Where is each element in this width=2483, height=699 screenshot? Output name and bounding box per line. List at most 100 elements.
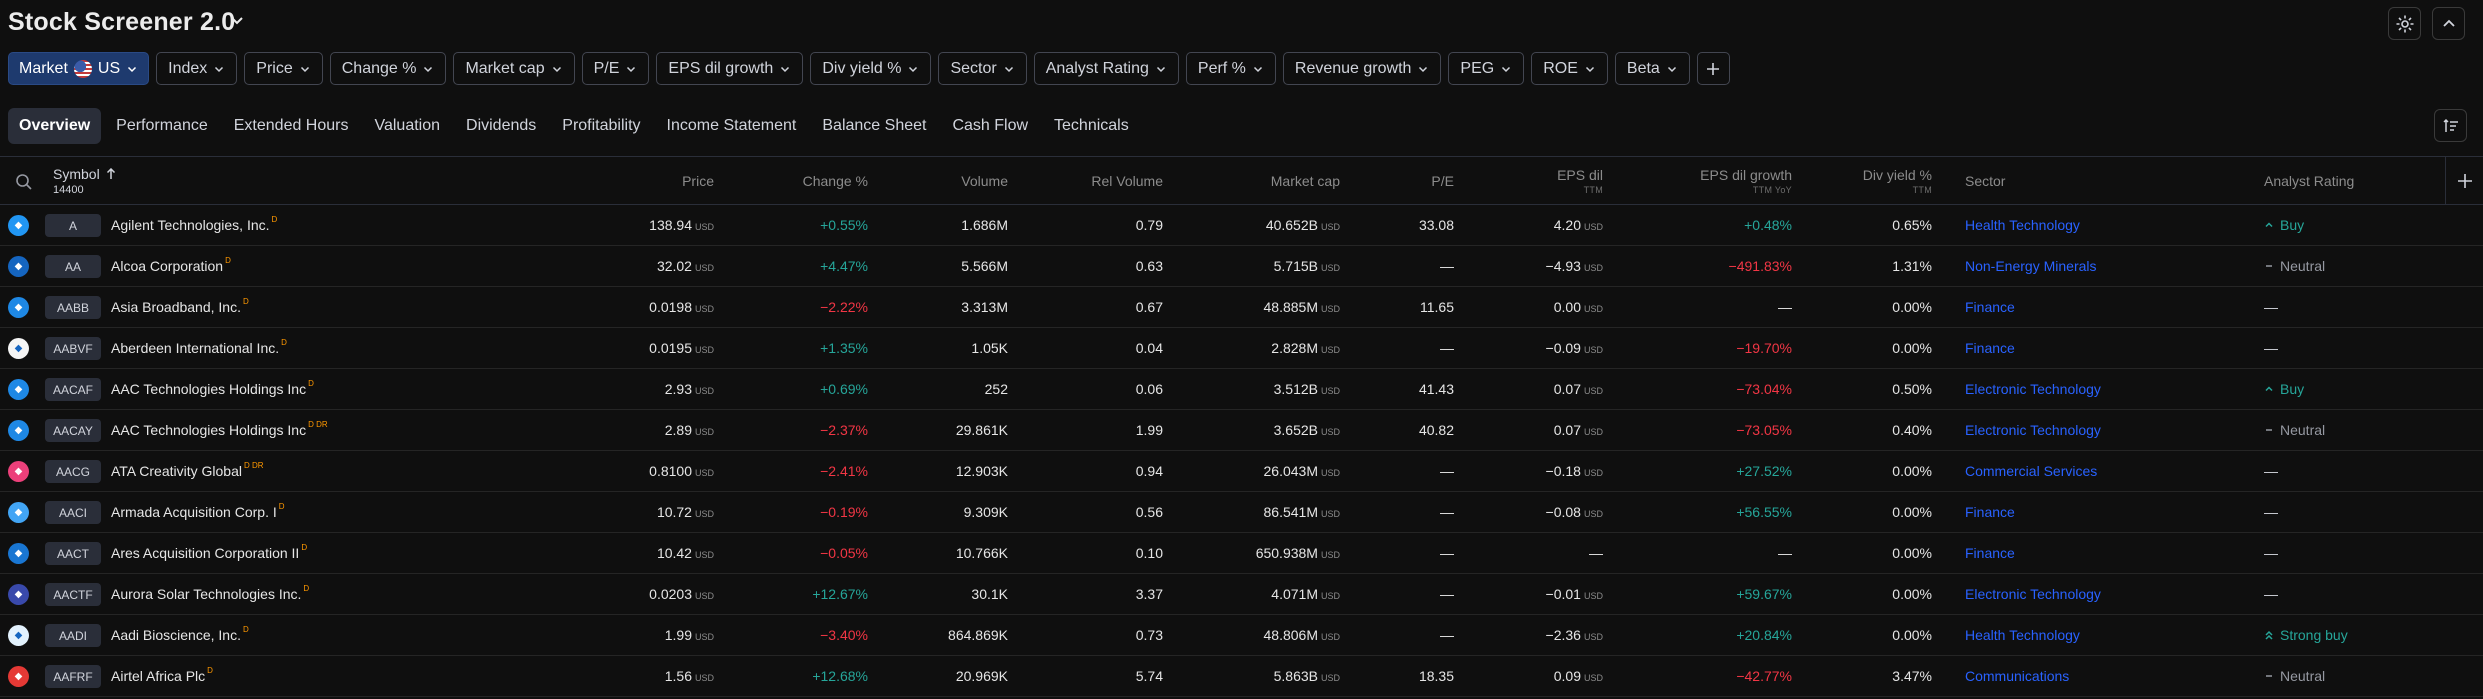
sector-link[interactable]: Commercial Services — [1965, 451, 2097, 491]
company-logo-icon: ◆ — [8, 215, 29, 236]
tab-valuation[interactable]: Valuation — [363, 108, 451, 144]
settings-button[interactable] — [2388, 7, 2421, 40]
market-filter[interactable]: Market US — [8, 52, 150, 85]
table-row[interactable]: ◆ AACTF Aurora Solar Technologies Inc. D … — [0, 574, 2483, 615]
tab-cash-flow[interactable]: Cash Flow — [941, 108, 1039, 144]
company-name[interactable]: Asia Broadband, Inc. D — [111, 287, 249, 327]
sector-link[interactable]: Health Technology — [1965, 615, 2080, 655]
tab-balance-sheet[interactable]: Balance Sheet — [811, 108, 937, 144]
sort-columns-button[interactable] — [2434, 109, 2467, 142]
company-name[interactable]: Alcoa Corporation D — [111, 246, 231, 286]
column-pe[interactable]: P/E — [1431, 157, 1454, 205]
filter-eps-dil-growth[interactable]: EPS dil growth — [656, 52, 804, 85]
table-row[interactable]: ◆ AA Alcoa Corporation D 32.02 USD +4.47% … — [0, 246, 2483, 287]
ticker-badge[interactable]: AACT — [45, 542, 101, 565]
filter-market-cap[interactable]: Market cap — [453, 52, 575, 85]
filter-revenue-growth[interactable]: Revenue growth — [1282, 52, 1442, 85]
sector-link[interactable]: Electronic Technology — [1965, 369, 2101, 409]
tab-overview[interactable]: Overview — [8, 108, 102, 144]
company-name[interactable]: Aadi Bioscience, Inc. D — [111, 615, 249, 655]
ticker-badge[interactable]: AA — [45, 255, 101, 278]
ticker-badge[interactable]: AACAY — [45, 419, 101, 442]
filter-beta[interactable]: Beta — [1614, 52, 1690, 85]
column-eps[interactable]: EPS dil TTM — [1557, 157, 1603, 205]
table-row[interactable]: ◆ AACG ATA Creativity Global D DR 0.8100 U… — [0, 451, 2483, 492]
table-row[interactable]: ◆ AACAY AAC Technologies Holdings Inc D D… — [0, 410, 2483, 451]
company-name[interactable]: Agilent Technologies, Inc. D — [111, 205, 277, 245]
pe-cell-value: 33.08 — [1418, 217, 1454, 233]
company-name[interactable]: AAC Technologies Holdings Inc D — [111, 369, 314, 409]
add-column-icon[interactable] — [2456, 172, 2474, 190]
sector-link[interactable]: Finance — [1965, 533, 2015, 573]
filter-change[interactable]: Change % — [329, 52, 447, 85]
ticker-badge[interactable]: AACI — [45, 501, 101, 524]
tab-income-statement[interactable]: Income Statement — [656, 108, 808, 144]
column-volume[interactable]: Volume — [961, 157, 1008, 205]
column-analyst-rating[interactable]: Analyst Rating — [2264, 157, 2354, 205]
eps-growth-cell: +56.55% — [1736, 492, 1792, 532]
filter-p-e[interactable]: P/E — [581, 52, 650, 85]
table-row[interactable]: ◆ AAFRF Airtel Africa Plc D 1.56 USD +12.6… — [0, 656, 2483, 697]
column-sector[interactable]: Sector — [1965, 157, 2005, 205]
table-row[interactable]: ◆ A Agilent Technologies, Inc. D 138.94 US… — [0, 205, 2483, 246]
tab-extended-hours[interactable]: Extended Hours — [223, 108, 360, 144]
tab-profitability[interactable]: Profitability — [551, 108, 651, 144]
eps-growth-cell: +0.48% — [1744, 205, 1792, 245]
filter-roe[interactable]: ROE — [1531, 52, 1608, 85]
page-title[interactable]: Stock Screener 2.0 — [8, 8, 235, 37]
chevron-down-icon[interactable] — [228, 12, 246, 30]
column-change[interactable]: Change % — [803, 157, 868, 205]
ticker-badge[interactable]: A — [45, 214, 101, 237]
ticker-badge[interactable]: AACTF — [45, 583, 101, 606]
eps-cell: −0.08 USD — [1546, 492, 1603, 532]
tab-performance[interactable]: Performance — [105, 108, 219, 144]
sector-link[interactable]: Communications — [1965, 656, 2069, 696]
rel-volume-cell-value: 0.10 — [1135, 545, 1163, 561]
table-row[interactable]: ◆ AACI Armada Acquisition Corp. ID 10.72… — [0, 492, 2483, 533]
search-icon[interactable] — [15, 173, 33, 191]
sector-link[interactable]: Electronic Technology — [1965, 574, 2101, 614]
sector-link[interactable]: Electronic Technology — [1965, 410, 2101, 450]
filter-div-yield[interactable]: Div yield % — [810, 52, 932, 85]
tab-technicals[interactable]: Technicals — [1043, 108, 1140, 144]
filter-peg[interactable]: PEG — [1448, 52, 1525, 85]
column-rel-volume[interactable]: Rel Volume — [1091, 157, 1163, 205]
filter-perf[interactable]: Perf % — [1185, 52, 1276, 85]
filter-index[interactable]: Index — [156, 52, 238, 85]
collapse-button[interactable] — [2432, 7, 2465, 40]
ticker-badge[interactable]: AABVF — [45, 337, 101, 360]
company-name[interactable]: Armada Acquisition Corp. ID — [111, 492, 285, 532]
column-eps-growth[interactable]: EPS dil growth TTM YoY — [1700, 157, 1792, 205]
ticker-badge[interactable]: AADI — [45, 624, 101, 647]
company-name[interactable]: Airtel Africa Plc D — [111, 656, 213, 696]
table-row[interactable]: ◆ AACT Ares Acquisition Corporation II D … — [0, 533, 2483, 574]
column-price[interactable]: Price — [682, 157, 714, 205]
ticker-badge[interactable]: AAFRF — [45, 665, 101, 688]
column-volume-label: Volume — [961, 173, 1008, 189]
company-name[interactable]: Aberdeen International Inc. D — [111, 328, 287, 368]
tab-dividends[interactable]: Dividends — [455, 108, 547, 144]
filter-analyst-rating[interactable]: Analyst Rating — [1033, 52, 1179, 85]
sector-link[interactable]: Non-Energy Minerals — [1965, 246, 2097, 286]
company-name[interactable]: Aurora Solar Technologies Inc. D — [111, 574, 309, 614]
ticker-badge[interactable]: AACAF — [45, 378, 102, 401]
sector-link[interactable]: Finance — [1965, 328, 2015, 368]
table-row[interactable]: ◆ AACAF AAC Technologies Holdings Inc D 2… — [0, 369, 2483, 410]
column-market-cap[interactable]: Market cap — [1271, 157, 1340, 205]
ticker-badge[interactable]: AACG — [45, 460, 101, 483]
column-div-yield[interactable]: Div yield % TTM — [1863, 157, 1932, 205]
column-symbol[interactable]: Symbol 14400 — [53, 157, 116, 205]
filter-price[interactable]: Price — [244, 52, 323, 85]
company-name[interactable]: Ares Acquisition Corporation II D — [111, 533, 307, 573]
filter-sector[interactable]: Sector — [938, 52, 1027, 85]
company-name[interactable]: AAC Technologies Holdings Inc D DR — [111, 410, 328, 450]
add-filter-button[interactable] — [1696, 52, 1730, 85]
company-name[interactable]: ATA Creativity Global D DR — [111, 451, 264, 491]
table-row[interactable]: ◆ AABVF Aberdeen International Inc. D 0.0… — [0, 328, 2483, 369]
sector-link[interactable]: Health Technology — [1965, 205, 2080, 245]
sector-link[interactable]: Finance — [1965, 287, 2015, 327]
sector-link[interactable]: Finance — [1965, 492, 2015, 532]
ticker-badge[interactable]: AABB — [45, 296, 101, 319]
table-row[interactable]: ◆ AABB Asia Broadband, Inc. D 0.0198 USD −… — [0, 287, 2483, 328]
table-row[interactable]: ◆ AADI Aadi Bioscience, Inc. D 1.99 USD −3… — [0, 615, 2483, 656]
